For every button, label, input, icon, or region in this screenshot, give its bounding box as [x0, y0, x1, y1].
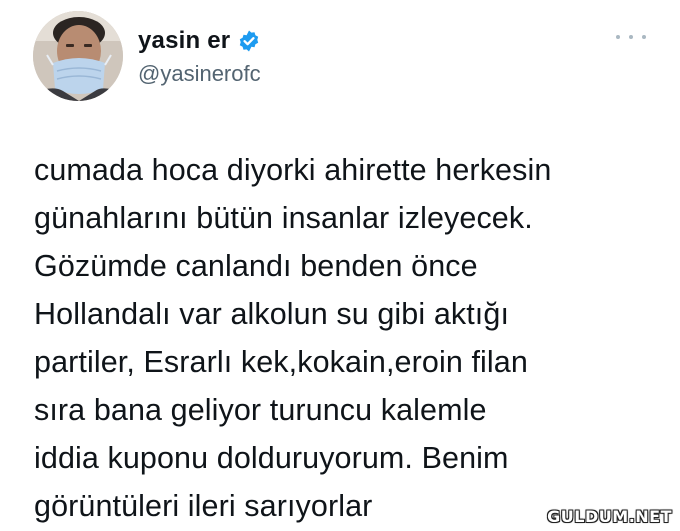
tweet-card: yasin er @yasinerofc cumada hoca diyorki…	[0, 0, 680, 531]
verified-badge-icon	[237, 29, 261, 53]
tweet-text: cumada hoca diyorki ahirette herkesin gü…	[34, 146, 644, 530]
more-dot	[642, 35, 646, 39]
avatar-image	[33, 11, 123, 101]
tweet-text-line: sıra bana geliyor turuncu kalemle	[34, 393, 487, 427]
tweet-text-line: cumada hoca diyorki ahirette herkesin	[34, 153, 552, 187]
more-horizontal-icon[interactable]	[616, 30, 646, 44]
tweet-text-line: partiler, Esrarlı kek,kokain,eroin filan	[34, 345, 528, 379]
avatar[interactable]	[33, 11, 123, 101]
tweet-text-line: Hollandalı var alkolun su gibi aktığı	[34, 297, 510, 331]
tweet-text-line: Gözümde canlandı benden önce	[34, 249, 478, 283]
user-name-row: yasin er	[138, 26, 261, 56]
more-dot	[616, 35, 620, 39]
tweet-text-line: iddia kuponu dolduruyorum. Benim	[34, 441, 509, 475]
tweet-text-line: günahlarını bütün insanlar izleyecek.	[34, 201, 533, 235]
watermark: GULDUM.NET	[547, 507, 672, 526]
more-dot	[629, 35, 633, 39]
user-handle[interactable]: @yasinerofc	[138, 61, 261, 87]
display-name[interactable]: yasin er	[138, 27, 230, 55]
